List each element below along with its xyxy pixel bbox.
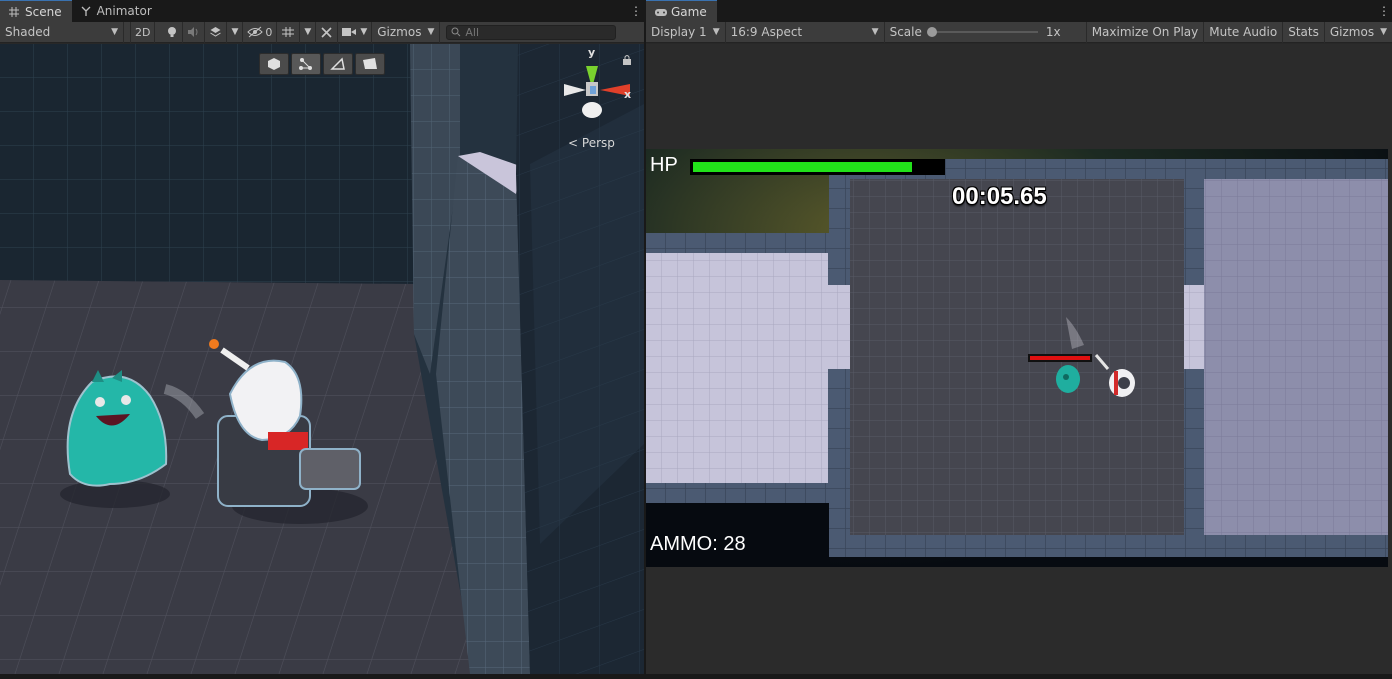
shading-mode-dropdown[interactable]: Shaded ▼ [0,21,124,43]
hidden-count: 0 [265,25,273,39]
aspect-dropdown[interactable]: 16:9 Aspect ▼ [726,21,885,43]
edge-icon [330,57,345,70]
lighting-toggle-button[interactable] [161,21,184,43]
layers-icon [210,27,222,37]
shading-mode-value: Shaded [5,25,51,39]
scene-gizmos-label: Gizmos [377,25,422,39]
scene-more-menu-icon[interactable]: ⋮ [630,4,642,18]
camera-settings-dropdown[interactable]: ▼ [338,21,373,43]
tab-scene-label: Scene [25,4,62,19]
game-gizmos-label: Gizmos [1329,25,1375,39]
chevron-down-icon: ▼ [304,27,312,37]
search-icon [451,27,461,37]
maximize-on-play-toggle[interactable]: Maximize On Play [1087,21,1205,43]
scale-slider[interactable] [926,27,1038,37]
game-topdown-render [646,149,1388,567]
hp-label: HP [650,154,678,176]
game-view[interactable]: HP 00:05.65 AMMO: 28 [646,149,1388,567]
view-tools-group [259,53,385,75]
scene-tabbar: Scene Animator ⋮ [0,0,644,22]
nodes-icon [299,58,312,70]
eye-hidden-icon [247,26,264,38]
display-dropdown[interactable]: Display 1 ▼ [646,21,726,43]
ammo-counter: AMMO: 28 [650,533,746,555]
hp-bar-fill [693,162,912,172]
projection-label: Persp [581,136,615,150]
scene-gizmos-dropdown[interactable]: Gizmos ▼ [372,21,441,43]
scale-value: 1x [1045,25,1061,39]
tools-button[interactable] [316,21,339,43]
projection-toggle[interactable]: < Persp [568,136,615,150]
game-more-menu-icon[interactable]: ⋮ [1378,4,1390,18]
tab-animator[interactable]: Animator [72,0,162,22]
camera-icon [342,28,357,36]
chevron-down-icon: ▼ [1380,27,1387,37]
tools-icon [321,26,332,38]
audio-toggle-button[interactable] [183,21,206,43]
y-axis-label: y [588,46,596,59]
scale-label: Scale [889,25,922,39]
lock-icon[interactable] [622,54,632,66]
scene-3d-render [0,44,644,674]
lightbulb-icon [167,27,176,37]
game-area: HP 00:05.65 AMMO: 28 [646,44,1392,679]
game-panel: Game ⋮ Display 1 ▼ 16:9 Aspect ▼ Scale 1… [646,0,1392,679]
face-icon [363,58,377,69]
effects-dropdown[interactable]: ▼ [227,21,244,43]
gamepad-icon [654,6,667,18]
scene-panel: Scene Animator ⋮ Shaded ▼ 2D ▼ 0 ▼ ▼ Giz… [0,0,644,679]
chevron-down-icon: ▼ [111,27,118,37]
timer-display: 00:05.65 [952,183,1047,210]
chevron-down-icon: ▼ [360,27,368,37]
x-axis-label: x [624,88,632,101]
scale-control: Scale 1x [885,21,1087,43]
toggle-2d-label: 2D [135,25,151,39]
game-toolbar: Display 1 ▼ 16:9 Aspect ▼ Scale 1x Maxim… [646,21,1392,43]
toggle-2d-button[interactable]: 2D [130,21,156,43]
tab-game-label: Game [671,4,707,19]
grid-snap-icon [282,27,295,37]
grid-dropdown[interactable]: ▼ [300,21,317,43]
speaker-icon [188,27,198,37]
mute-audio-label: Mute Audio [1209,25,1278,39]
window-bottom-edge [0,674,1392,679]
chevron-down-icon: ▼ [871,27,879,37]
tab-scene[interactable]: Scene [0,0,72,22]
tab-animator-label: Animator [96,4,152,18]
maximize-on-play-label: Maximize On Play [1091,25,1199,39]
stats-toggle[interactable]: Stats [1283,21,1325,43]
stats-label: Stats [1288,25,1319,39]
effects-toggle-button[interactable] [205,21,228,43]
cube-icon [268,58,280,70]
scene-toolbar: Shaded ▼ 2D ▼ 0 ▼ ▼ Gizmos ▼ All [0,21,644,43]
chevron-down-icon: ▼ [712,27,720,37]
hp-bar [690,159,945,175]
chevron-down-icon: ▼ [231,27,239,37]
nodes-view-button[interactable] [291,53,321,75]
grid-icon [8,6,20,18]
edge-view-button[interactable] [323,53,353,75]
game-gizmos-dropdown[interactable]: Gizmos ▼ [1325,22,1392,43]
grid-snap-toggle[interactable] [277,21,301,43]
animator-icon [80,5,92,17]
face-view-button[interactable] [355,53,385,75]
tab-game[interactable]: Game [646,0,717,22]
display-value: Display 1 [651,25,707,39]
scene-search-input[interactable] [465,25,606,39]
cube-view-button[interactable] [259,53,289,75]
scene-viewport[interactable]: y x < Persp [0,44,644,674]
mute-audio-toggle[interactable]: Mute Audio [1204,21,1284,43]
aspect-value: 16:9 Aspect [730,25,803,39]
hidden-objects-toggle[interactable]: 0 [243,21,278,43]
scene-search-field[interactable] [446,24,617,40]
scale-slider-handle[interactable] [926,27,937,37]
chevron-left-icon: < [568,136,579,150]
chevron-down-icon: ▼ [427,27,435,37]
game-tabbar: Game ⋮ [646,0,1392,22]
